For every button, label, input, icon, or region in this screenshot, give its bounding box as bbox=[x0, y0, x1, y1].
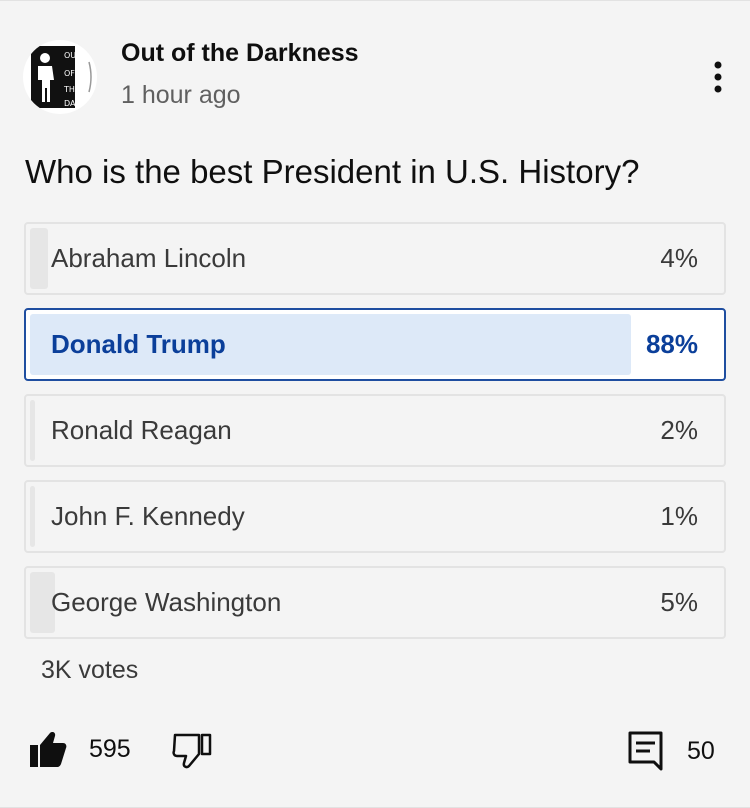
poll-option-label: Abraham Lincoln bbox=[51, 243, 247, 273]
comments-button[interactable]: 50 bbox=[628, 731, 715, 771]
poll-option-percent: 88% bbox=[645, 329, 698, 359]
channel-name[interactable]: Out of the Darkness bbox=[121, 39, 359, 68]
post-timestamp: 1 hour ago bbox=[121, 81, 241, 109]
poll-option-percent: 4% bbox=[660, 243, 698, 273]
poll-option-fill bbox=[30, 400, 35, 461]
channel-avatar[interactable]: OUT OF THE DARK bbox=[23, 40, 97, 114]
post-card: OUT OF THE DARK Out of the Darkness 1 ho… bbox=[0, 0, 750, 808]
like-icon bbox=[30, 732, 67, 767]
comment-count: 50 bbox=[687, 736, 715, 765]
poll-option-label: Ronald Reagan bbox=[51, 415, 232, 445]
poll-option-label: John F. Kennedy bbox=[51, 501, 245, 531]
poll-option-percent: 1% bbox=[660, 501, 698, 531]
more-vert-icon bbox=[714, 61, 722, 93]
more-options-button[interactable] bbox=[700, 57, 736, 97]
poll-option-fill bbox=[30, 228, 48, 289]
poll-option-john-f-kennedy[interactable]: John F. Kennedy 1% bbox=[24, 480, 726, 553]
poll-option-percent: 5% bbox=[660, 587, 698, 617]
logo-letter-o: OUT bbox=[64, 51, 81, 60]
channel-logo-icon: OUT OF THE DARK bbox=[31, 46, 92, 108]
dislike-button[interactable] bbox=[172, 732, 212, 770]
poll-option-abraham-lincoln[interactable]: Abraham Lincoln 4% bbox=[24, 222, 726, 295]
comment-icon bbox=[628, 731, 663, 771]
poll-option-ronald-reagan[interactable]: Ronald Reagan 2% bbox=[24, 394, 726, 467]
vote-count: 3K votes bbox=[41, 656, 139, 684]
poll-options: Abraham Lincoln 4% Donald Trump 88% Rona… bbox=[24, 222, 726, 652]
logo-letter-d: DARK bbox=[64, 99, 87, 108]
logo-letter-of: OF bbox=[64, 69, 75, 78]
poll-option-label: Donald Trump bbox=[51, 329, 226, 359]
dislike-icon bbox=[172, 733, 212, 769]
like-button[interactable]: 595 bbox=[28, 729, 131, 769]
poll-option-fill bbox=[30, 486, 35, 547]
poll-option-label: George Washington bbox=[51, 587, 282, 617]
poll-question: Who is the best President in U.S. Histor… bbox=[25, 153, 640, 190]
like-count: 595 bbox=[89, 734, 131, 763]
poll-option-percent: 2% bbox=[660, 415, 698, 445]
poll-option-george-washington[interactable]: George Washington 5% bbox=[24, 566, 726, 639]
logo-letter-t: THE bbox=[63, 85, 80, 94]
poll-option-donald-trump[interactable]: Donald Trump 88% bbox=[24, 308, 726, 381]
